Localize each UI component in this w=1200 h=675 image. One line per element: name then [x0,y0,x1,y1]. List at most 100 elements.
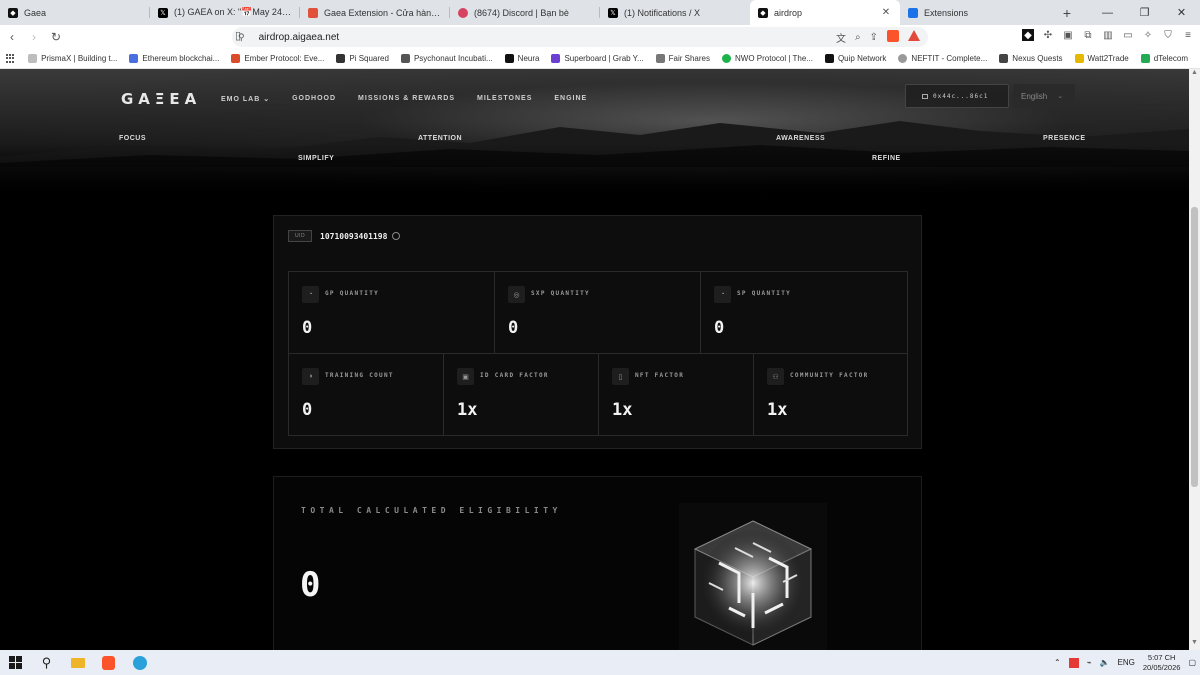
bookmark-item[interactable]: Ember Protocol: Eve... [231,54,324,63]
nav-engine[interactable]: ENGINE [554,95,587,103]
tab-extensions[interactable]: Extensions [900,0,1055,25]
discord-favicon-icon [458,7,468,18]
close-tab-icon[interactable]: ✕ [880,7,892,18]
bookmark-item[interactable]: NWO Protocol | The... [722,54,813,63]
bookmark-item[interactable]: Psychonaut Incubati... [400,54,493,63]
bookmark-label: PrismaX | Building t... [41,54,118,63]
language-select[interactable]: English ⌄ [1013,84,1075,108]
vpn-icon[interactable]: ⛉ [1162,29,1174,41]
tab-notifications-x[interactable]: 𝕏 (1) Notifications / X [600,0,750,25]
extension-gaea-icon[interactable]: ◆ [1022,29,1034,41]
brave-rewards-icon[interactable] [908,30,920,44]
bookmark-favicon-icon [1140,54,1150,63]
bookmark-label: Quip Network [837,54,887,63]
scrollbar-thumb[interactable] [1191,207,1198,487]
clock[interactable]: 5:07 CH 20/05/2026 [1143,653,1181,673]
wallet-icon[interactable]: ▭ [1122,29,1134,41]
telegram-button[interactable] [124,650,155,675]
restore-icon[interactable]: ❐ [1126,0,1163,25]
translate-icon[interactable]: 文 [836,30,846,45]
menu-icon[interactable]: ≡ [1182,29,1194,41]
bookmark-label: Fair Shares [668,54,710,63]
bookmark-favicon-icon [336,54,346,63]
sidebar-icon[interactable]: ▥ [1102,29,1114,41]
bookmark-item[interactable]: Neura [504,54,540,63]
language-indicator[interactable]: ENG [1118,658,1135,667]
nav-godhood[interactable]: GODHOOD [292,95,336,103]
bookmark-item[interactable]: Superboard | Grab Y... [551,54,644,63]
bookmark-label: Ethereum blockchai... [142,54,220,63]
leo-ai-icon[interactable]: ✧ [1142,29,1154,41]
bookmark-label: NEFTIT - Complete... [911,54,988,63]
reload-icon[interactable]: ↻ [46,30,66,44]
stat-value: 1x [612,400,633,420]
file-explorer-button[interactable] [62,650,93,675]
network-icon[interactable]: ⌁ [1087,658,1092,667]
volume-icon[interactable]: 🔈 [1100,658,1110,667]
uid-row: UID 10710093401198 [288,230,401,242]
antivirus-icon[interactable] [1068,657,1079,668]
stats-row: ◑ TRAINING COUNT 0 ▣ ID CARD FACTOR 1x ▯… [289,354,907,436]
chevron-up-icon[interactable]: ⌃ [1054,658,1061,667]
tab-chrome-store[interactable]: Gaea Extension - Cửa hàng Chrome t [300,0,450,25]
scroll-down-icon[interactable]: ▼ [1189,639,1200,650]
eligibility-title: TOTAL CALCULATED ELIGIBILITY [301,506,562,515]
sxp-icon: ◎ [508,286,525,303]
tab-gaea-on-x[interactable]: 𝕏 (1) GAEA on X: "📅May 24th https:// [150,0,300,25]
minimize-icon[interactable]: — [1089,0,1126,25]
url-text[interactable]: airdrop.aigaea.net [259,32,340,43]
bookmark-item[interactable]: Quip Network [824,54,887,63]
brave-browser-button[interactable] [93,650,124,675]
bookmark-icon[interactable]: ▯ [235,29,241,42]
share-icon[interactable]: ⇪ [870,32,878,43]
wallet-button[interactable]: 0x44c...86c1 [905,84,1009,108]
address-bar[interactable]: ⚲ airdrop.aigaea.net 文 ⌕ ⇪ [232,27,928,47]
new-tab-button[interactable]: + [1055,0,1079,25]
chevron-down-icon: ⌄ [1057,93,1064,100]
page-viewport: GAΞEA EMO LAB ⌄ GODHOOD MISSIONS & REWAR… [0,69,1189,650]
nav-missions-rewards[interactable]: MISSIONS & REWARDS [358,95,455,103]
bookmark-item[interactable]: Watt2Trade [1074,54,1129,63]
nav-emo-lab[interactable]: EMO LAB ⌄ [221,95,270,103]
community-icon: ⚇ [767,368,784,385]
bookmark-item[interactable]: dTelecom [1140,54,1188,63]
extension-icon[interactable]: ⧉ [1082,29,1094,41]
page-scrollbar[interactable]: ▲ ▼ [1189,69,1200,650]
bookmark-label: dTelecom [1153,54,1188,63]
stat-training-count: ◑ TRAINING COUNT 0 [289,354,444,436]
stat-id-card-factor: ▣ ID CARD FACTOR 1x [444,354,599,436]
uid-value: 10710093401198 [320,231,388,241]
scroll-up-icon[interactable]: ▲ [1189,69,1200,80]
cube-illustration [679,503,827,650]
bookmark-item[interactable]: Nexus Quests [999,54,1063,63]
search-button[interactable]: ⚲ [31,650,62,675]
gaea-logo[interactable]: GAΞEA [121,90,221,108]
bookmark-item[interactable]: Ethereum blockchai... [129,54,219,63]
windows-icon [9,656,22,669]
tab-gaea[interactable]: ◆ Gaea [0,0,150,25]
tab-airdrop[interactable]: ◆ airdrop ✕ [750,0,900,25]
copy-icon[interactable] [392,232,401,240]
zoom-icon[interactable]: ⌕ [855,32,861,43]
bookmark-item[interactable]: PrismaX | Building t... [28,54,117,63]
nav-milestones[interactable]: MILESTONES [477,95,532,103]
stat-label: GP QUANTITY [325,290,380,297]
brave-shields-icon[interactable] [887,29,899,45]
notification-icon[interactable]: ▢ [1188,658,1196,667]
apps-grid-icon[interactable] [6,53,14,64]
bookmark-item[interactable]: Pi Squared [336,54,389,63]
close-window-icon[interactable]: ✕ [1163,0,1200,25]
bookmark-label: Neura [517,54,540,63]
extensions-puzzle-icon[interactable]: ✣ [1042,29,1054,41]
tab-discord[interactable]: (8674) Discord | Bạn bè [450,0,600,25]
back-icon[interactable]: ‹ [2,30,22,44]
x-favicon-icon: 𝕏 [608,7,618,18]
start-button[interactable] [0,650,31,675]
forward-icon[interactable]: › [24,30,44,44]
sp-icon: ◔ [714,286,731,303]
extension-icon[interactable]: ▣ [1062,29,1074,41]
bookmark-item[interactable]: NEFTIT - Complete... [898,54,987,63]
stat-value: 1x [767,400,788,420]
bookmark-item[interactable]: Fair Shares [655,54,710,63]
bookmark-favicon-icon [898,54,908,63]
